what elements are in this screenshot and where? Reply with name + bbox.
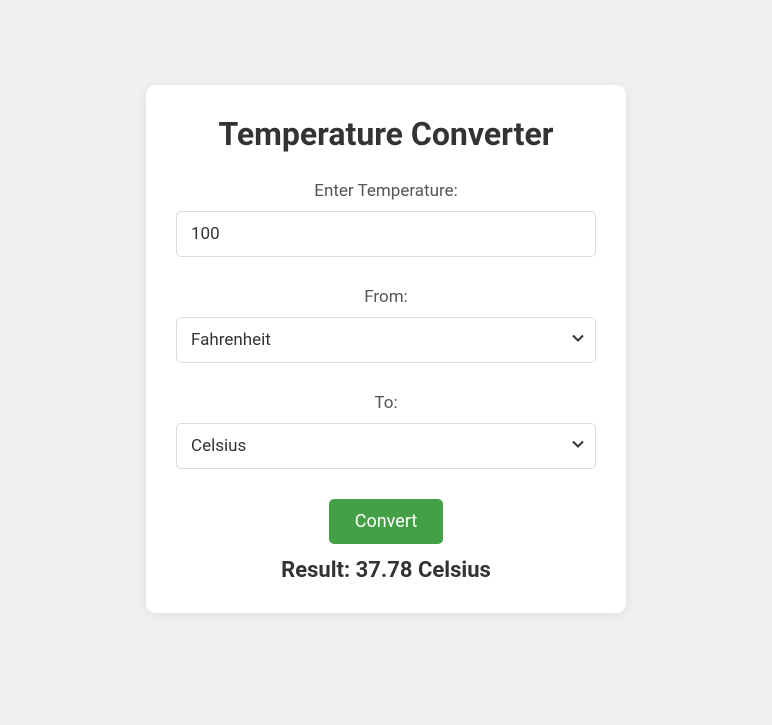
- from-label: From:: [176, 287, 596, 307]
- temperature-input[interactable]: [176, 211, 596, 257]
- result-text: Result: 37.78 Celsius: [176, 558, 596, 583]
- page-title: Temperature Converter: [176, 115, 596, 153]
- temperature-field-group: Enter Temperature:: [176, 181, 596, 257]
- from-select[interactable]: CelsiusFahrenheitKelvin: [176, 317, 596, 363]
- convert-button[interactable]: Convert: [329, 499, 444, 544]
- converter-card: Temperature Converter Enter Temperature:…: [146, 85, 626, 613]
- from-field-group: From: CelsiusFahrenheitKelvin: [176, 287, 596, 363]
- to-select-wrapper: CelsiusFahrenheitKelvin: [176, 423, 596, 469]
- result-prefix: Result:: [281, 558, 356, 583]
- result-value: 37.78: [356, 558, 413, 583]
- to-label: To:: [176, 393, 596, 413]
- to-select[interactable]: CelsiusFahrenheitKelvin: [176, 423, 596, 469]
- to-field-group: To: CelsiusFahrenheitKelvin: [176, 393, 596, 469]
- from-select-wrapper: CelsiusFahrenheitKelvin: [176, 317, 596, 363]
- result-unit: Celsius: [418, 558, 491, 583]
- temperature-label: Enter Temperature:: [176, 181, 596, 201]
